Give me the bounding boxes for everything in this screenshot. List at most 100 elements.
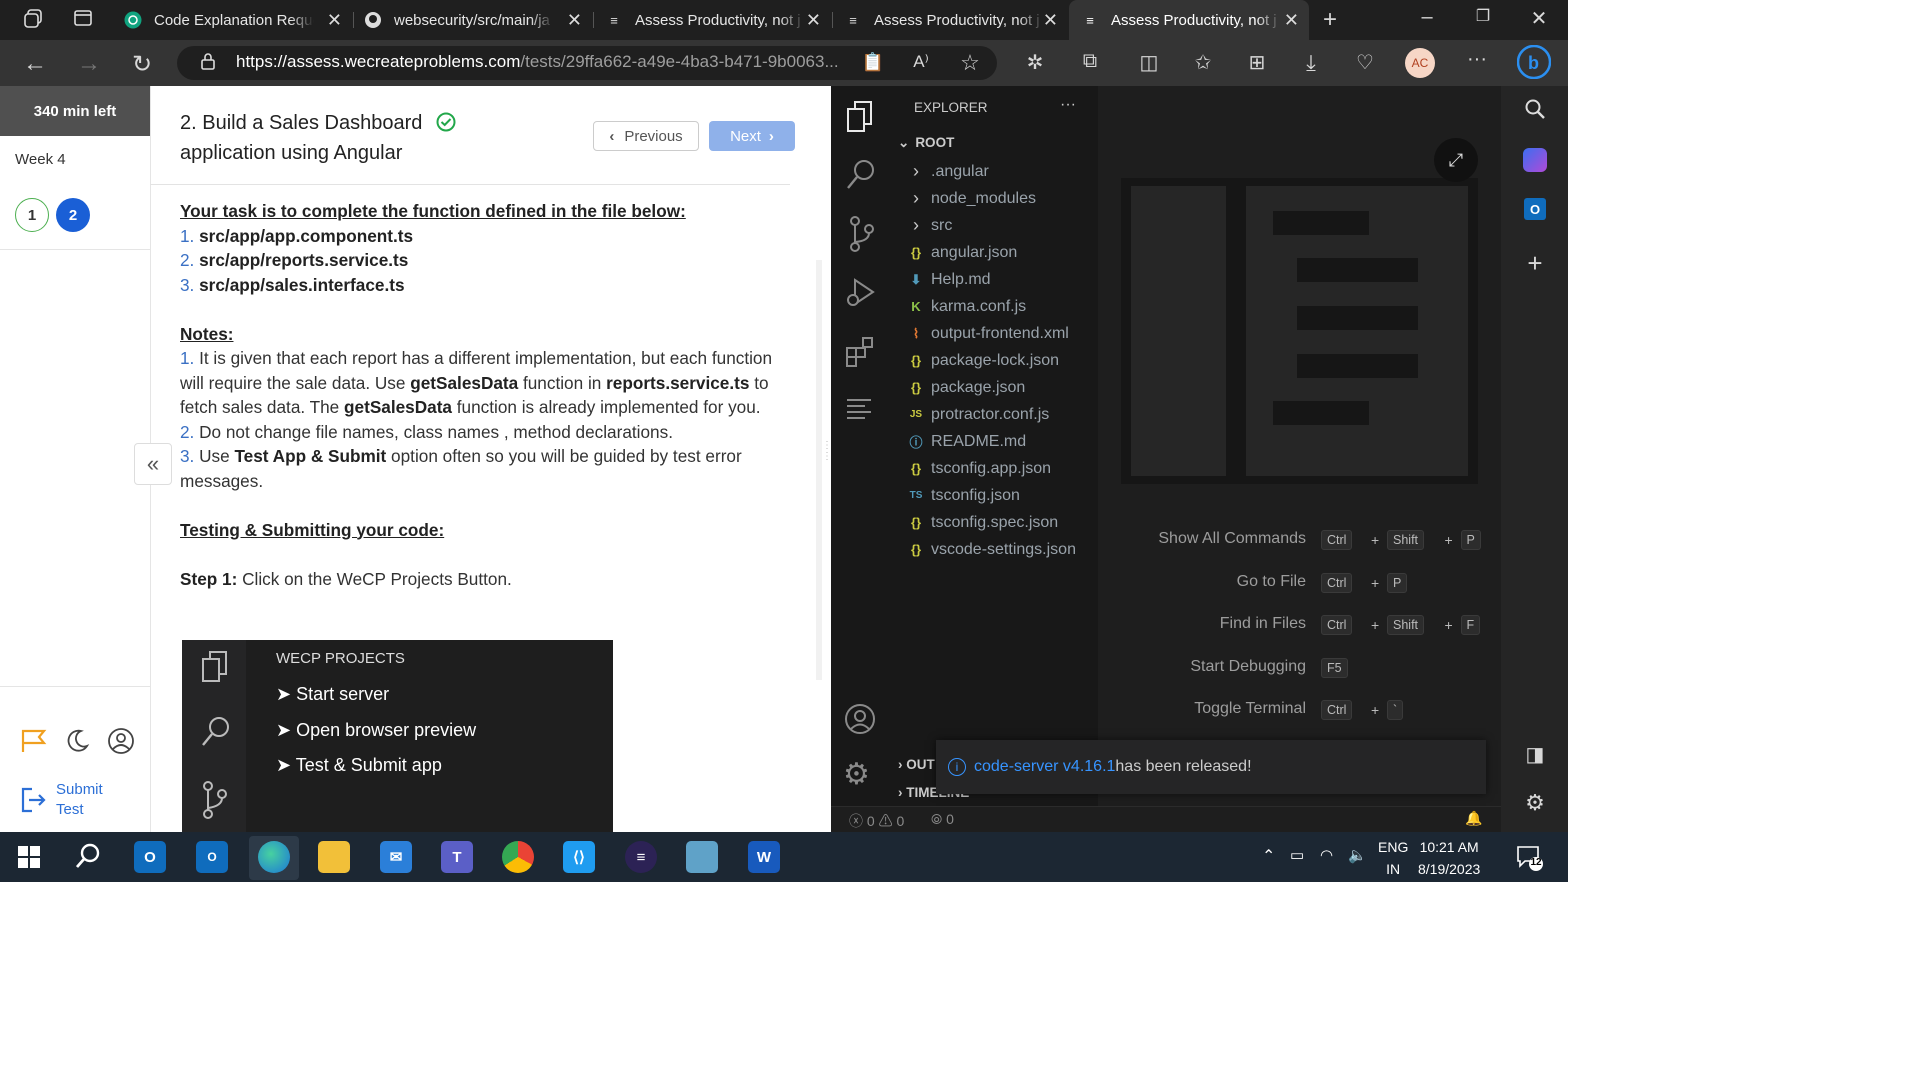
file-tree-item[interactable]: {} tsconfig.spec.json [908,509,1058,536]
windows-start-icon[interactable] [18,846,40,873]
resize-handle[interactable]: ⋮ ⋮ [822,440,832,480]
file-tree-item[interactable]: Kkarma.conf.js [908,293,1026,320]
notification-toast[interactable]: i code-server v4.16.1 has been released! [936,740,1486,794]
close-tab-icon[interactable]: ✕ [567,10,582,31]
restore-icon[interactable]: ❐ [1468,6,1498,26]
notification-link[interactable]: code-server v4.16.1 [974,758,1115,776]
file-tree-item[interactable]: TS tsconfig.json [908,482,1020,509]
new-tab-icon[interactable]: + [1315,6,1345,34]
profile-avatar[interactable]: AC [1405,48,1435,78]
outlook-icon[interactable]: O [1524,198,1546,220]
mail-taskbar-icon[interactable]: ✉ [380,841,412,873]
favorite-star-icon[interactable]: ☆ [955,50,985,76]
file-tree-item[interactable]: {} package.json [908,374,1025,401]
explorer-files-icon[interactable] [845,100,875,134]
read-aloud-icon[interactable]: A⁾ [906,52,936,72]
browser-essentials-icon[interactable]: ♡ [1350,50,1380,75]
shortcut-label[interactable]: Toggle Terminal [1194,700,1306,718]
workspaces-icon[interactable] [18,8,48,36]
question-1-button[interactable]: 1 [15,198,49,232]
file-tree-item[interactable]: ⬇ Help.md [908,266,991,293]
show-hidden-icons-icon[interactable]: ⌃ [1262,846,1275,866]
notepad-taskbar-icon[interactable] [686,841,718,873]
ports-status[interactable]: ⦾ 0 [931,811,954,828]
edge-taskbar-icon[interactable] [258,841,290,873]
file-tree-item[interactable]: › src [908,212,952,239]
file-tree-item[interactable]: › .angular [908,158,989,185]
shortcut-label[interactable]: Find in Files [1220,615,1306,633]
browser-tab[interactable]: ≡ Assess Productivity, not j ✕ [593,0,831,40]
split-screen-icon[interactable]: ◫ [1134,50,1164,75]
taskbar-search-icon[interactable] [75,842,103,875]
run-debug-icon[interactable] [845,276,877,310]
next-button[interactable]: Next › [709,121,795,151]
lock-icon[interactable] [193,52,223,75]
hide-sidebar-icon[interactable]: ◨ [1520,742,1550,767]
outlook-preview-taskbar-icon[interactable]: O [196,841,228,873]
file-tree-item[interactable]: ⌇ output-frontend.xml [908,320,1069,347]
eclipse-taskbar-icon[interactable]: ≡ [625,841,657,873]
file-tree-item[interactable]: {} vscode-settings.json [908,536,1076,563]
outlook-taskbar-icon[interactable]: O [134,841,166,873]
dark-mode-moon-icon[interactable] [64,728,90,759]
search-icon[interactable] [845,158,877,192]
shortcut-label[interactable]: Show All Commands [1158,530,1306,548]
battery-icon[interactable]: ▭ [1290,846,1304,864]
file-tree-item[interactable]: {} package-lock.json [908,347,1059,374]
clipboard-icon[interactable]: 📋 [858,52,888,73]
teams-taskbar-icon[interactable]: T [441,841,473,873]
more-actions-icon[interactable]: ··· [1060,96,1076,114]
more-menu-icon[interactable]: ··· [1462,48,1492,71]
file-tree-item[interactable]: ⓘ README.md [908,428,1026,455]
add-sidebar-app-icon[interactable]: + [1520,248,1550,279]
question-2-button[interactable]: 2 [56,198,90,232]
extension-gear-icon[interactable]: ✲ [1020,50,1050,75]
browser-tab[interactable]: ≡ Assess Productivity, not j ✕ [832,0,1068,40]
collapse-panel-button[interactable]: « [134,443,172,485]
word-taskbar-icon[interactable]: W [748,841,780,873]
wifi-icon[interactable]: ◠ [1320,846,1333,864]
sidebar-search-icon[interactable] [1520,98,1550,126]
downloads-icon[interactable]: ⤓ [1296,50,1326,76]
close-tab-icon[interactable]: ✕ [806,10,821,31]
fullscreen-button[interactable]: ⤢ [1434,138,1478,182]
volume-icon[interactable]: 🔈 [1348,846,1367,864]
previous-button[interactable]: ‹ Previous [593,121,699,151]
file-explorer-taskbar-icon[interactable] [318,841,350,873]
submit-test-button[interactable]: Submit Test [18,780,103,820]
close-tab-icon[interactable]: ✕ [1043,10,1058,31]
bing-chat-icon[interactable]: b [1516,44,1552,80]
refresh-icon[interactable]: ↻ [127,50,157,79]
extensions-icon[interactable]: ⧉ [1075,50,1105,73]
system-clock[interactable]: 10:21 AM 8/19/2023 [1418,836,1480,880]
extensions-icon[interactable] [845,336,877,368]
flag-icon[interactable] [20,728,48,759]
window-close-icon[interactable]: ✕ [1524,6,1554,31]
wecp-projects-icon[interactable] [845,396,875,424]
file-tree-item[interactable]: JS protractor.conf.js [908,401,1049,428]
accounts-icon[interactable] [844,703,876,735]
collections-icon[interactable]: ⊞ [1242,50,1272,75]
file-tree-item[interactable]: › node_modules [908,185,1036,212]
source-control-icon[interactable] [847,215,877,255]
sidebar-settings-icon[interactable]: ⚙ [1520,790,1550,816]
file-tree-item[interactable]: {} angular.json [908,239,1017,266]
problems-status[interactable]: ⓧ 0 ⚠ 0 [849,811,904,831]
chrome-taskbar-icon[interactable] [502,841,534,873]
shortcut-label[interactable]: Start Debugging [1190,658,1306,676]
browser-tab[interactable]: websecurity/src/main/ja ✕ [352,0,592,40]
favorites-icon[interactable]: ✩ [1188,50,1218,75]
tab-actions-icon[interactable] [68,8,98,34]
file-tree-item[interactable]: {} tsconfig.app.json [908,455,1051,482]
browser-tab-active[interactable]: ≡ Assess Productivity, not j ✕ [1069,0,1309,40]
root-folder[interactable]: ⌄ ROOT [898,135,954,151]
profile-icon[interactable] [107,727,135,760]
manage-gear-icon[interactable]: ⚙ [843,757,870,792]
close-tab-icon[interactable]: ✕ [327,10,342,31]
language-indicator[interactable]: ENG IN [1378,836,1408,880]
vscode-taskbar-icon[interactable]: ⟨⟩ [563,841,595,873]
browser-tab[interactable]: Code Explanation Reque ✕ [112,0,352,40]
notification-center-icon[interactable]: 12 [1516,844,1544,872]
back-icon[interactable]: ← [20,50,50,78]
shortcut-label[interactable]: Go to File [1237,573,1306,591]
